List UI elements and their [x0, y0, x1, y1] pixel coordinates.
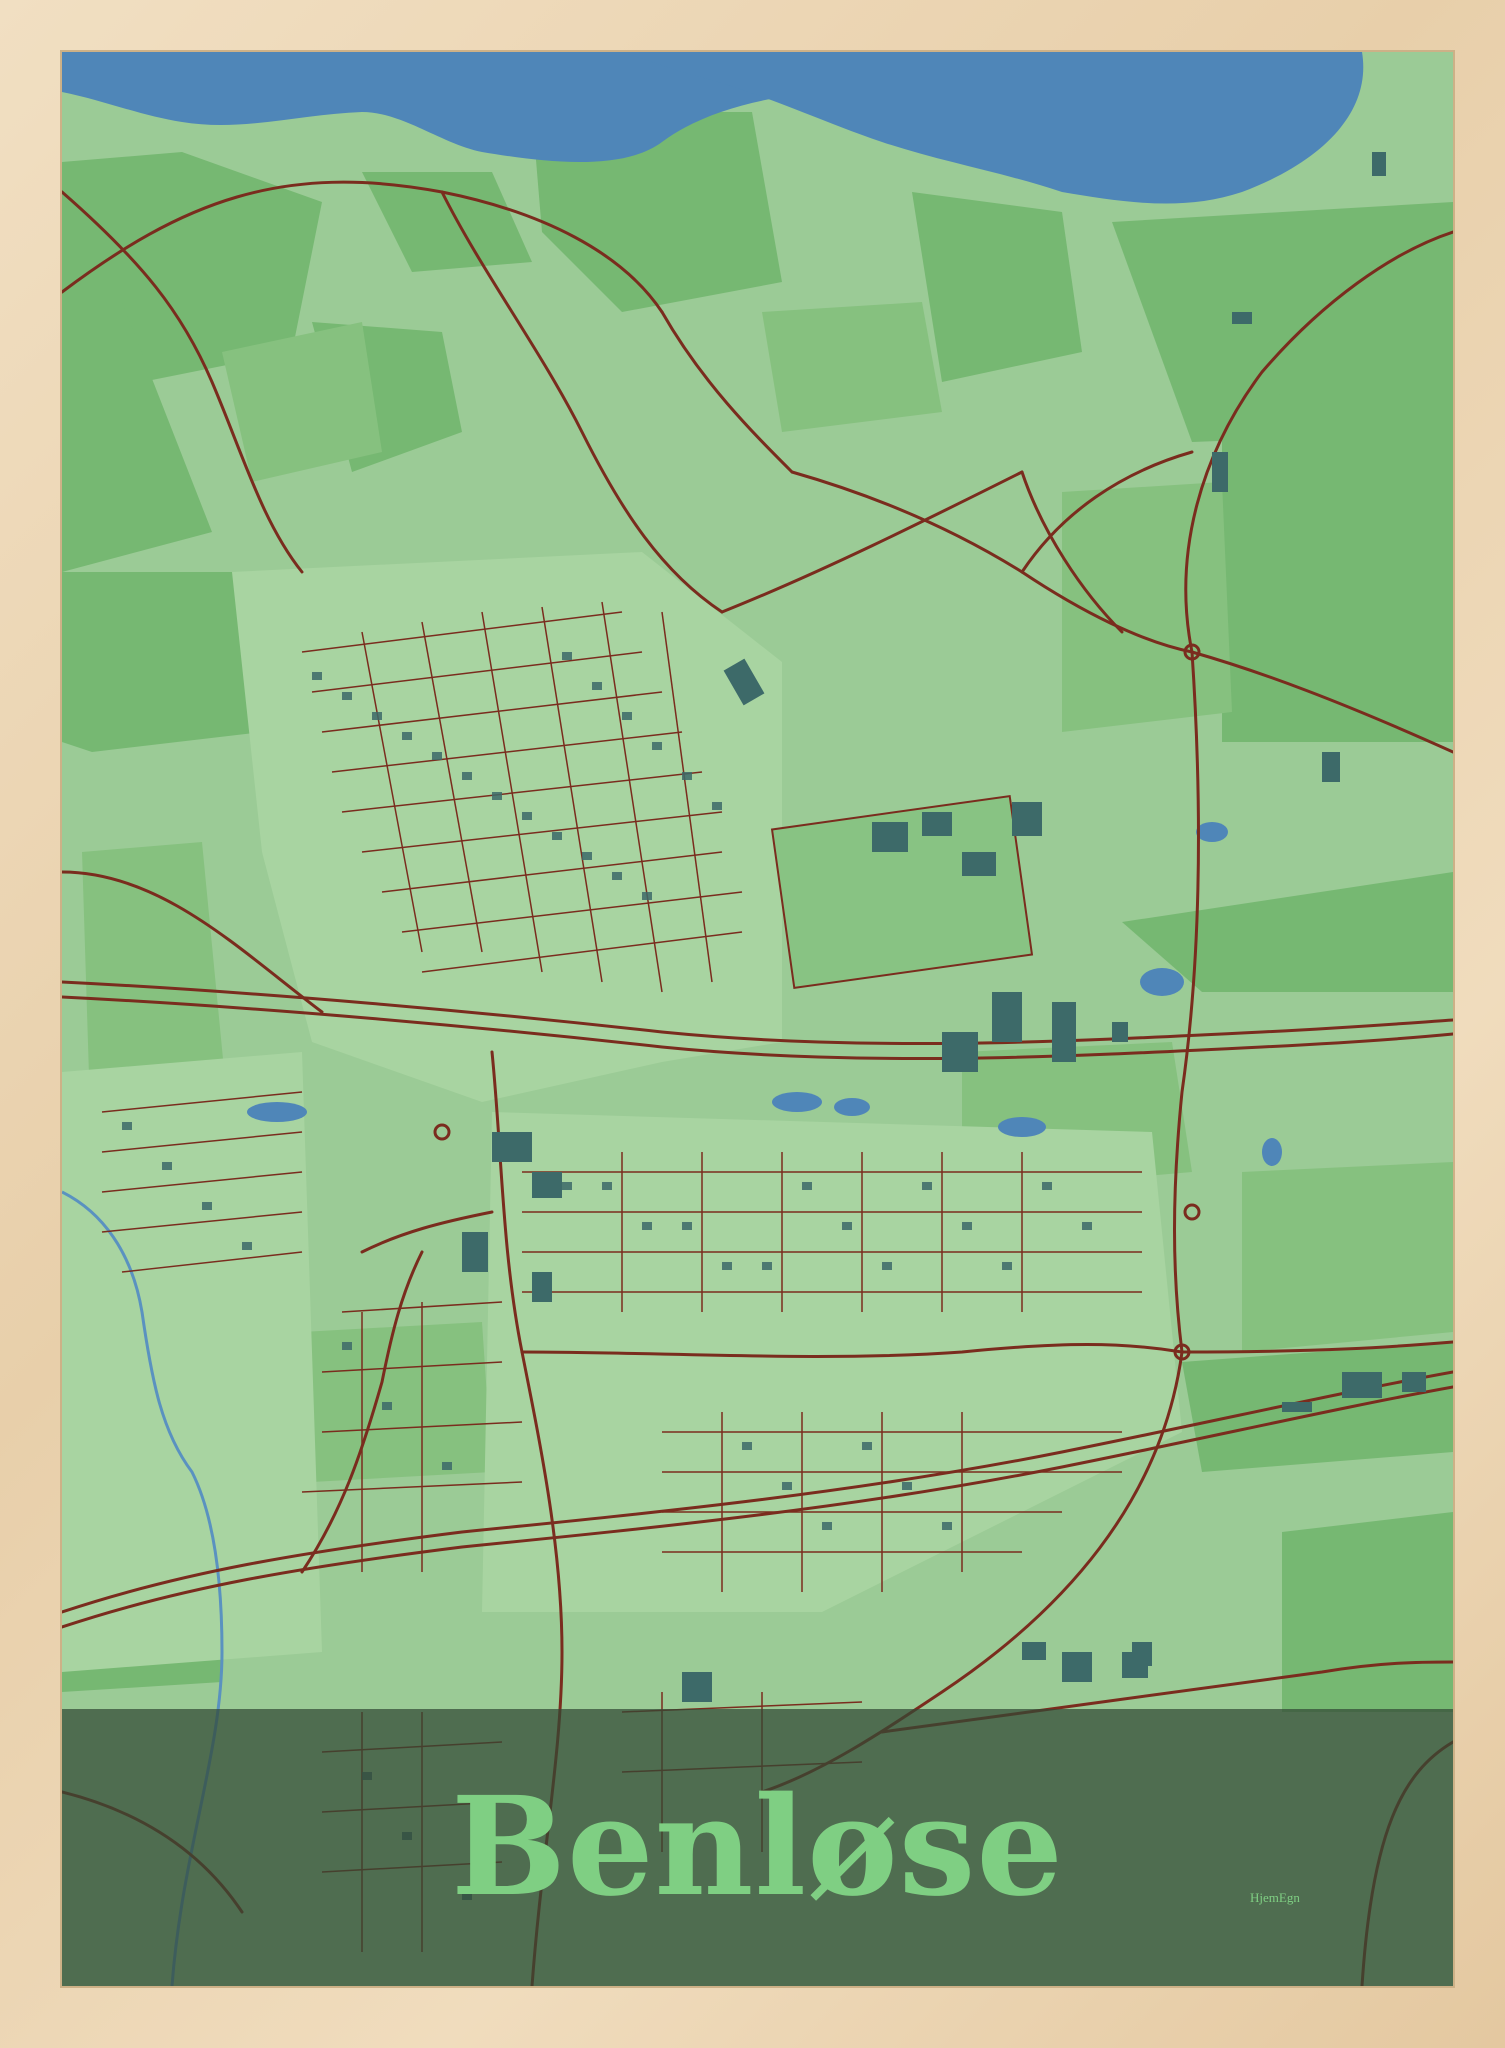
city-map [62, 52, 1453, 1986]
brand-mark: HjemEgn [1250, 1890, 1300, 1905]
map-poster: Benløse HjemEgn [62, 52, 1453, 1986]
city-title: Benløse [451, 1767, 1064, 1927]
